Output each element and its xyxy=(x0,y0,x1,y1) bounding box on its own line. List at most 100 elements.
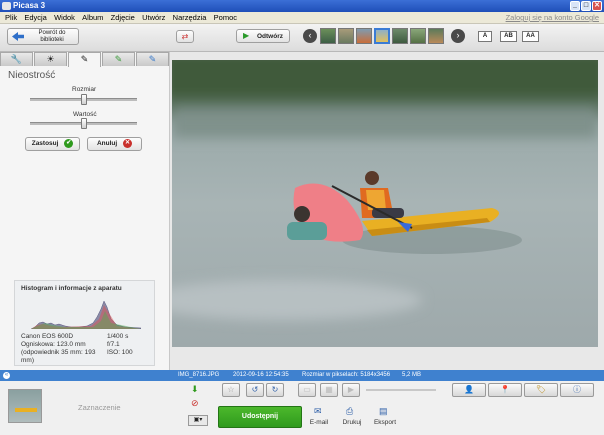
filmstrip-thumb-4-selected[interactable] xyxy=(374,28,390,44)
info-filename: IMG_8716.JPG xyxy=(178,372,220,378)
back-label: Powrót do biblioteki xyxy=(28,30,76,44)
arrow-left-icon xyxy=(12,32,24,41)
edit-history-button[interactable]: ⇄ xyxy=(176,30,194,43)
close-button[interactable]: ✕ xyxy=(592,1,602,11)
export-label[interactable]: Eksport xyxy=(370,419,400,426)
value-slider-handle[interactable] xyxy=(81,118,87,129)
filmstrip-thumb-1[interactable] xyxy=(320,28,336,44)
size-slider-handle[interactable] xyxy=(81,94,87,105)
brush-icon: ✎ xyxy=(80,54,89,64)
rotate-left-button[interactable]: ↺ xyxy=(246,383,264,397)
menu-item-picture[interactable]: Zdjęcie xyxy=(111,13,135,22)
menu-item-edit[interactable]: Edycja xyxy=(24,13,47,22)
email-label[interactable]: E-mail xyxy=(306,419,332,426)
print-label[interactable]: Drukuj xyxy=(338,419,366,426)
photo-display[interactable] xyxy=(172,60,598,347)
tag-icon: 🏷 xyxy=(535,385,547,394)
print-icon[interactable]: ⎙ xyxy=(346,406,353,417)
minimize-button[interactable]: _ xyxy=(570,1,580,11)
play-slideshow-button[interactable]: ▶ Odtwórz xyxy=(236,29,290,43)
filmstrip-thumb-6[interactable] xyxy=(410,28,426,44)
info-icon: ⓘ xyxy=(573,385,581,394)
filmstrip-thumb-2[interactable] xyxy=(338,28,354,44)
menu-item-file[interactable]: Plik xyxy=(5,13,17,22)
photo-image xyxy=(172,60,598,347)
blue-brush-icon: ✎ xyxy=(148,54,157,64)
properties-button[interactable]: ⓘ xyxy=(560,383,594,397)
previous-photo-button[interactable]: ‹ xyxy=(303,29,317,43)
edit-panel: 🔧 ☀ ✎ ✎ ✎ Nieostrość Rozmiar Wartość Zas… xyxy=(0,52,170,370)
rotate-right-button[interactable]: ↻ xyxy=(266,383,284,397)
places-button[interactable]: 📍 xyxy=(488,383,522,397)
tab-effects-2[interactable]: ✎ xyxy=(102,52,135,66)
apply-button[interactable]: Zastosuj ✔ xyxy=(25,137,80,151)
collapse-icon[interactable]: « xyxy=(3,372,10,379)
album-dropdown[interactable]: ▣▾ xyxy=(188,415,208,426)
focal-equivalent: (odpowiednik 35 mm: 193 mm) xyxy=(21,349,96,364)
movie-button[interactable]: ▶ xyxy=(342,383,360,397)
menu-item-album[interactable]: Album xyxy=(82,13,103,22)
export-icon[interactable]: ▤ xyxy=(379,406,388,417)
caption-view-button[interactable]: A xyxy=(478,31,492,42)
tags-button[interactable]: 🏷 xyxy=(524,383,558,397)
selection-thumbnail[interactable] xyxy=(8,389,42,423)
back-label-line1: Powrót do xyxy=(38,30,66,36)
menu-item-create[interactable]: Utwórz xyxy=(142,13,165,22)
tab-effects-3[interactable]: ✎ xyxy=(136,52,169,66)
info-dimensions: Rozmiar w pikselach: 5184x3456 xyxy=(302,372,391,378)
blog-icon: ▭ xyxy=(303,385,311,394)
rotate-right-icon: ↻ xyxy=(271,385,279,394)
tab-tuning[interactable]: ☀ xyxy=(34,52,67,66)
cancel-button[interactable]: Anuluj ✕ xyxy=(87,137,142,151)
window-title: Picasa 3 xyxy=(13,1,46,10)
wrench-icon: 🔧 xyxy=(10,54,23,64)
back-to-library-button[interactable]: Powrót do biblioteki xyxy=(7,28,79,45)
cancel-label: Anuluj xyxy=(96,140,118,147)
selection-label: Zaznaczenie xyxy=(78,403,121,412)
map-pin-icon: 📍 xyxy=(500,385,510,394)
menu-item-tools[interactable]: Narzędzia xyxy=(173,13,207,22)
share-button[interactable]: Udostępnij xyxy=(218,406,302,428)
menu-item-view[interactable]: Widok xyxy=(54,13,75,22)
next-photo-button[interactable]: › xyxy=(451,29,465,43)
email-icon[interactable]: ✉ xyxy=(314,406,322,417)
camera-info: Canon EOS 600D Ogniskowa: 123.0 mm (odpo… xyxy=(21,333,103,365)
size-slider[interactable] xyxy=(30,94,137,105)
compare-view-button[interactable]: AB xyxy=(500,31,517,42)
filmstrip-thumb-5[interactable] xyxy=(392,28,408,44)
hold-pin-icon[interactable]: ⬇ xyxy=(191,384,199,395)
clear-selection-icon[interactable]: ⊘ xyxy=(191,398,199,409)
filmstrip-thumb-3[interactable] xyxy=(356,28,372,44)
tab-basic-fixes[interactable]: 🔧 xyxy=(0,52,33,66)
cancel-icon: ✕ xyxy=(123,138,133,148)
zoom-slider[interactable] xyxy=(366,389,436,391)
thumbnail-kayak xyxy=(15,408,37,412)
focal-length: Ogniskowa: 123.0 mm xyxy=(21,341,86,348)
filmstrip-thumb-7[interactable] xyxy=(428,28,444,44)
exposure-info: 1/400 s f/7.1 ISO: 100 xyxy=(107,333,133,357)
google-login-link[interactable]: Zaloguj się na konto Google xyxy=(506,12,599,24)
apply-label: Zastosuj xyxy=(31,140,59,147)
movie-icon: ▶ xyxy=(347,385,355,394)
play-label: Odtwórz xyxy=(256,33,283,40)
title-bar: Picasa 3 _ □ ✕ xyxy=(0,0,604,12)
people-button[interactable]: 👤 xyxy=(452,383,486,397)
collage-button[interactable]: ▦ xyxy=(320,383,338,397)
tool-title: Nieostrość xyxy=(8,70,56,81)
side-by-side-view-button[interactable]: AA xyxy=(522,31,539,42)
histogram-panel: Histogram i informacje z aparatu Canon E… xyxy=(14,280,155,366)
menu-bar: Plik Edycja Widok Album Zdjęcie Utwórz N… xyxy=(0,12,604,24)
maximize-button[interactable]: □ xyxy=(581,1,591,11)
histogram-title: Histogram i informacje z aparatu xyxy=(21,285,122,292)
tab-effects-1[interactable]: ✎ xyxy=(68,52,101,67)
toolbar: Powrót do biblioteki ⇄ ▶ Odtwórz ‹ › A A… xyxy=(0,24,604,52)
menu-item-help[interactable]: Pomoc xyxy=(214,13,237,22)
value-slider[interactable] xyxy=(30,118,137,129)
photo-info-bar: « IMG_8716.JPG 2012-09-16 12:54:35 Rozmi… xyxy=(0,370,604,381)
info-datetime: 2012-09-16 12:54:35 xyxy=(233,372,289,378)
star-button[interactable]: ☆ xyxy=(222,383,240,397)
edit-history-icon: ⇄ xyxy=(181,32,189,41)
info-filesize: 5,2 MB xyxy=(402,372,422,378)
value-label: Wartość xyxy=(73,111,97,118)
blog-button[interactable]: ▭ xyxy=(298,383,316,397)
